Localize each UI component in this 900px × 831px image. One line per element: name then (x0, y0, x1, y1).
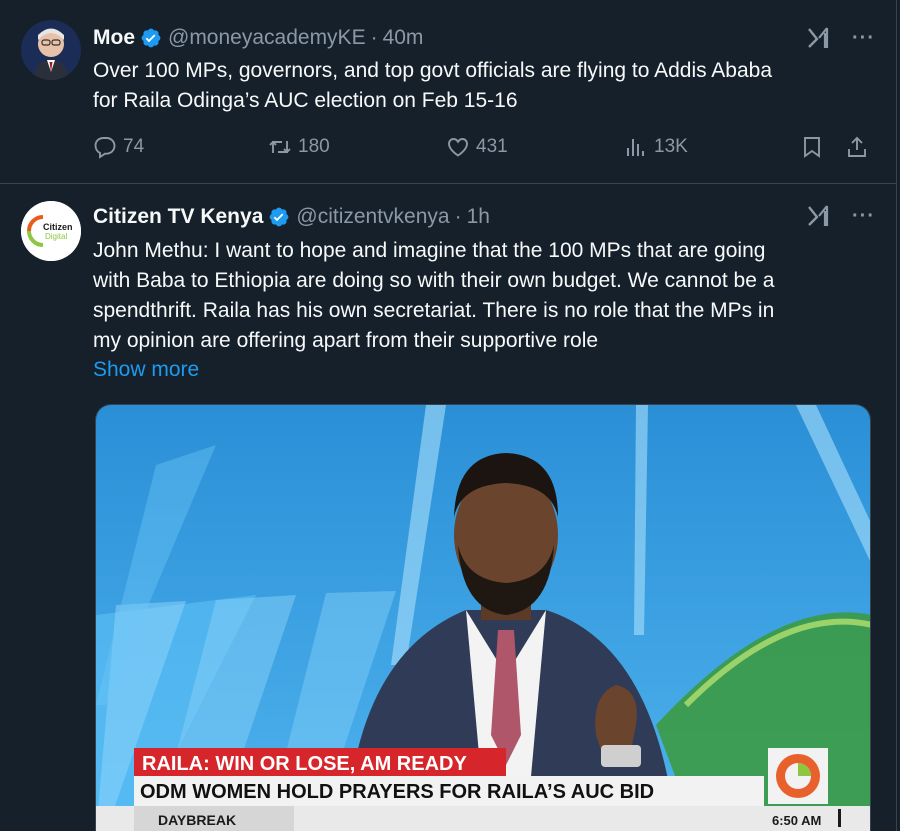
tweet-header: Moe @moneyacademyKE · 40m (93, 24, 423, 52)
repost-icon (269, 140, 291, 154)
separator: · (454, 205, 462, 228)
tweet-moe[interactable]: Moe @moneyacademyKE · 40m ··· Over 100 M… (0, 0, 896, 183)
tweet-actions: 74 180 431 13K (93, 135, 873, 165)
repost-button[interactable]: 180 (268, 135, 330, 159)
tweet-header: Citizen TV Kenya @citizentvkenya · 1h (93, 203, 490, 231)
author-name[interactable]: Citizen TV Kenya (93, 205, 263, 229)
separator: · (370, 26, 378, 49)
views-button[interactable]: 13K (624, 135, 688, 159)
video-headline-main: ODM WOMEN HOLD PRAYERS FOR RAILA’S AUC B… (140, 781, 654, 803)
reply-icon (94, 137, 116, 159)
more-icon[interactable]: ··· (852, 206, 875, 226)
views-icon (627, 139, 644, 156)
timestamp[interactable]: 1h (467, 205, 490, 229)
reply-button[interactable]: 74 (93, 135, 144, 159)
reply-count: 74 (123, 136, 145, 157)
like-button[interactable]: 431 (446, 135, 508, 159)
verified-badge-icon (268, 206, 290, 228)
more-icon[interactable]: ··· (852, 28, 875, 48)
share-button[interactable] (845, 135, 875, 159)
avatar[interactable] (21, 20, 81, 80)
avatar[interactable]: Citizen Digital (21, 201, 81, 261)
author-handle[interactable]: @moneyacademyKE (168, 26, 366, 50)
tweet-text: Over 100 MPs, governors, and top govt of… (93, 56, 883, 116)
tweet-media-video[interactable]: RAILA: WIN OR LOSE, AM READY ODM WOMEN H… (95, 404, 871, 831)
avatar-text: Digital (45, 232, 67, 241)
grok-icon[interactable] (806, 204, 830, 228)
show-more-link[interactable]: Show more (93, 358, 199, 382)
tweet-text-line: my opinion are offering apart from their… (93, 329, 599, 352)
video-clock: 6:50 AM (772, 813, 821, 828)
tweet-text-line: for Raila Odinga’s AUC election on Feb 1… (93, 89, 518, 112)
repost-count: 180 (298, 136, 330, 157)
author-handle[interactable]: @citizentvkenya (296, 205, 449, 229)
tweet-top-actions: ··· (806, 26, 875, 50)
tweet-text-line: John Methu: I want to hope and imagine t… (93, 239, 766, 262)
avatar-text: Citizen (43, 222, 73, 232)
bookmark-icon (804, 137, 820, 158)
like-icon (448, 138, 468, 157)
view-count: 13K (654, 136, 688, 157)
timestamp[interactable]: 40m (383, 26, 424, 50)
tweet-text-line: Over 100 MPs, governors, and top govt of… (93, 59, 773, 82)
video-frame: RAILA: WIN OR LOSE, AM READY ODM WOMEN H… (96, 405, 870, 831)
share-icon (848, 136, 866, 157)
timeline-border (896, 0, 897, 831)
tweet-top-actions: ··· (806, 204, 875, 228)
author-name[interactable]: Moe (93, 26, 135, 50)
tweet-text-line: with Baba to Ethiopia are doing so with … (93, 269, 775, 292)
video-show-name: DAYBREAK (158, 812, 236, 828)
tweet-text-line: spendthrift. Raila has his own secretari… (93, 299, 775, 322)
like-count: 431 (476, 136, 508, 157)
grok-icon[interactable] (806, 26, 830, 50)
tweet-text: John Methu: I want to hope and imagine t… (93, 236, 883, 356)
verified-badge-icon (140, 27, 162, 49)
video-headline-top: RAILA: WIN OR LOSE, AM READY (142, 753, 467, 775)
bookmark-button[interactable] (800, 135, 830, 159)
